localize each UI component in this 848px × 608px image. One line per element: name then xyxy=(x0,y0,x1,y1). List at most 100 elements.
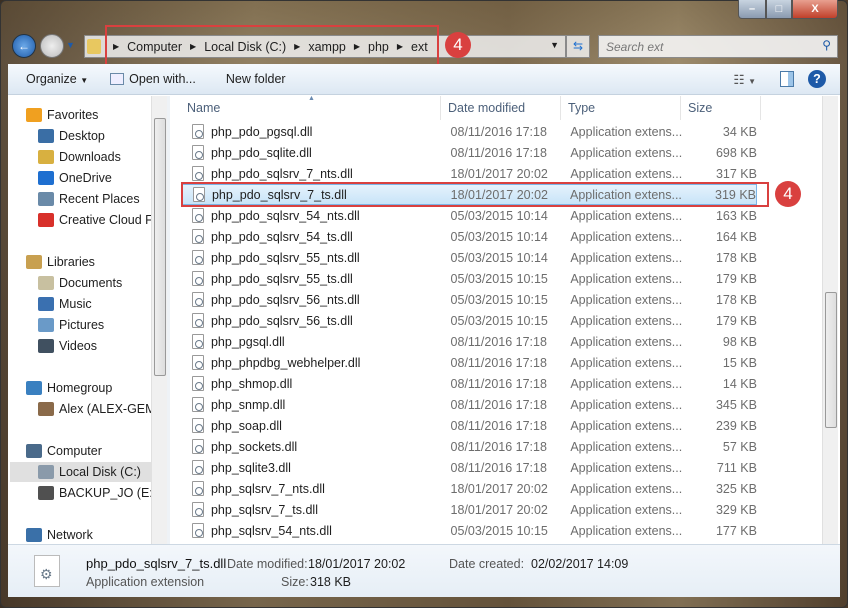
computer-icon xyxy=(26,444,42,458)
sidebar-item[interactable]: Pictures xyxy=(38,315,104,335)
file-size: 163 KB xyxy=(715,208,757,223)
file-row[interactable]: php_snmp.dll 08/11/2016 17:18 Application … xyxy=(181,394,757,415)
file-row[interactable]: php_sqlite3.dll 08/11/2016 17:18 Applicati… xyxy=(181,457,757,478)
dll-file-icon xyxy=(192,481,204,496)
file-size: 698 KB xyxy=(715,145,757,160)
file-row[interactable]: php_soap.dll 08/11/2016 17:18 Application … xyxy=(181,415,757,436)
file-date: 18/01/2017 20:02 xyxy=(450,502,548,517)
file-row[interactable]: php_sqlsrv_7_nts.dll 18/01/2017 20:02 Appl… xyxy=(181,478,757,499)
sidebar-item[interactable]: Desktop xyxy=(38,126,105,146)
column-size[interactable]: Size xyxy=(681,96,761,120)
sidebar-item[interactable]: Creative Cloud Files xyxy=(38,210,153,230)
minimize-button[interactable]: – xyxy=(738,0,766,19)
file-name: php_pdo_sqlsrv_54_ts.dll xyxy=(210,229,353,244)
sidebar-item[interactable]: Videos xyxy=(38,336,97,356)
recent-pages-dropdown[interactable]: ▼ xyxy=(66,40,75,50)
dll-file-icon xyxy=(192,313,204,328)
file-row[interactable]: php_pdo_pgsql.dll 08/11/2016 17:18 Applica… xyxy=(181,121,757,142)
file-row[interactable]: php_pdo_sqlite.dll 08/11/2016 17:18 Applic… xyxy=(181,142,757,163)
file-date: 05/03/2015 10:15 xyxy=(450,313,548,328)
file-date: 05/03/2015 10:14 xyxy=(450,229,548,244)
file-row[interactable]: php_pdo_sqlsrv_55_ts.dll 05/03/2015 10:15… xyxy=(181,268,757,289)
file-row[interactable]: php_shmop.dll 08/11/2016 17:18 Application… xyxy=(181,373,757,394)
new-folder-button[interactable]: New folder xyxy=(226,72,286,86)
file-type: Application extens... xyxy=(570,250,683,265)
file-type: Application extens... xyxy=(570,334,683,349)
file-row[interactable]: php_sqlsrv_54_nts.dll 05/03/2015 10:15 App… xyxy=(181,520,757,541)
file-list-scrollbar[interactable] xyxy=(822,96,838,544)
user-icon xyxy=(38,402,54,416)
file-size: 179 KB xyxy=(715,271,757,286)
sidebar-item[interactable]: Favorites xyxy=(26,105,98,125)
sidebar-item[interactable]: Music xyxy=(38,294,92,314)
dll-file-icon xyxy=(192,418,204,433)
file-size: 239 KB xyxy=(715,418,757,433)
dll-file-icon xyxy=(192,166,204,181)
sidebar-item[interactable]: Network xyxy=(26,525,93,544)
file-date: 08/11/2016 17:18 xyxy=(450,145,547,160)
file-row[interactable]: php_pgsql.dll 08/11/2016 17:18 Application… xyxy=(181,331,757,352)
dll-file-icon xyxy=(192,292,204,307)
size-value: 318 KB xyxy=(310,575,352,589)
help-button[interactable]: ? xyxy=(808,70,826,88)
file-name: php_pdo_sqlite.dll xyxy=(210,145,312,160)
file-row[interactable]: php_pdo_sqlsrv_7_nts.dll 18/01/2017 20:02… xyxy=(181,163,757,184)
column-date-modified[interactable]: Date modified xyxy=(441,96,561,120)
open-with-icon xyxy=(110,73,125,85)
maximize-button[interactable]: □ xyxy=(766,0,792,19)
file-row[interactable]: php_pdo_sqlsrv_56_ts.dll 05/03/2015 10:15… xyxy=(181,310,757,331)
date-modified-value: 18/01/2017 20:02 xyxy=(308,557,406,571)
dll-file-icon xyxy=(192,124,204,139)
file-name: php_shmop.dll xyxy=(210,376,293,391)
forward-button[interactable] xyxy=(40,34,64,58)
date-created-value: 02/02/2017 14:09 xyxy=(531,557,629,571)
file-type: Application extens... xyxy=(570,460,683,475)
file-row[interactable]: php_phpdbg_webhelper.dll 08/11/2016 17:18… xyxy=(181,352,757,373)
file-row[interactable]: php_sqlsrv_7_ts.dll 18/01/2017 20:02 Appli… xyxy=(181,499,757,520)
search-input[interactable]: Search ext ⚲ xyxy=(598,35,838,58)
sidebar-item[interactable]: Downloads xyxy=(38,147,121,167)
date-created-label: Date created: xyxy=(449,557,525,571)
file-row[interactable]: php_pdo_sqlsrv_56_nts.dll 05/03/2015 10:1… xyxy=(181,289,757,310)
sidebar-item[interactable]: Computer xyxy=(26,441,102,461)
file-name: php_pgsql.dll xyxy=(210,334,285,349)
sidebar-item[interactable]: Homegroup xyxy=(26,378,112,398)
file-name: php_soap.dll xyxy=(210,418,282,433)
column-type[interactable]: Type xyxy=(561,96,681,120)
sidebar-item-label: Music xyxy=(59,297,92,311)
file-size: 345 KB xyxy=(715,397,757,412)
address-dropdown-icon[interactable]: ▼ xyxy=(550,40,559,50)
change-view-button[interactable]: ☷ ▼ xyxy=(733,72,756,87)
file-date: 08/11/2016 17:18 xyxy=(450,376,547,391)
nav-scrollbar[interactable] xyxy=(151,96,167,544)
file-type: Application extens... xyxy=(570,271,683,286)
file-row[interactable]: php_sockets.dll 08/11/2016 17:18 Applicati… xyxy=(181,436,757,457)
file-size: 98 KB xyxy=(722,334,757,349)
file-name: php_pdo_sqlsrv_55_ts.dll xyxy=(210,271,353,286)
file-row[interactable]: php_pdo_sqlsrv_55_nts.dll 05/03/2015 10:1… xyxy=(181,247,757,268)
sidebar-item[interactable]: BACKUP_JO (E:) xyxy=(38,483,153,503)
sidebar-item[interactable]: Local Disk (C:) xyxy=(10,462,153,482)
close-button[interactable]: X xyxy=(792,0,838,19)
sidebar-item[interactable]: Documents xyxy=(38,273,122,293)
sidebar-item[interactable]: OneDrive xyxy=(38,168,112,188)
file-row[interactable]: php_pdo_sqlsrv_54_ts.dll 05/03/2015 10:14… xyxy=(181,226,757,247)
file-type: Application extens... xyxy=(570,292,683,307)
organize-menu[interactable]: Organize ▼ xyxy=(26,72,88,86)
back-button[interactable]: ← xyxy=(12,34,36,58)
sidebar-item[interactable]: Libraries xyxy=(26,252,95,272)
sidebar-item[interactable]: Alex (ALEX-GEM- xyxy=(38,399,153,419)
refresh-button[interactable]: ⇆ xyxy=(566,35,590,58)
column-header: Name Date modified Type Size xyxy=(180,96,822,120)
file-type: Application extens... xyxy=(570,229,683,244)
sidebar-item-label: Computer xyxy=(47,444,102,458)
file-date: 08/11/2016 17:18 xyxy=(450,460,547,475)
sidebar-item[interactable]: Recent Places xyxy=(38,189,140,209)
preview-pane-button[interactable] xyxy=(780,71,794,87)
file-size: 325 KB xyxy=(715,481,757,496)
file-size: 178 KB xyxy=(715,292,757,307)
open-with-button[interactable]: Open with... xyxy=(110,72,196,86)
file-type: Application extens... xyxy=(570,502,683,517)
downloads-icon xyxy=(38,150,54,164)
file-row[interactable]: php_pdo_sqlsrv_54_nts.dll 05/03/2015 10:1… xyxy=(181,205,757,226)
